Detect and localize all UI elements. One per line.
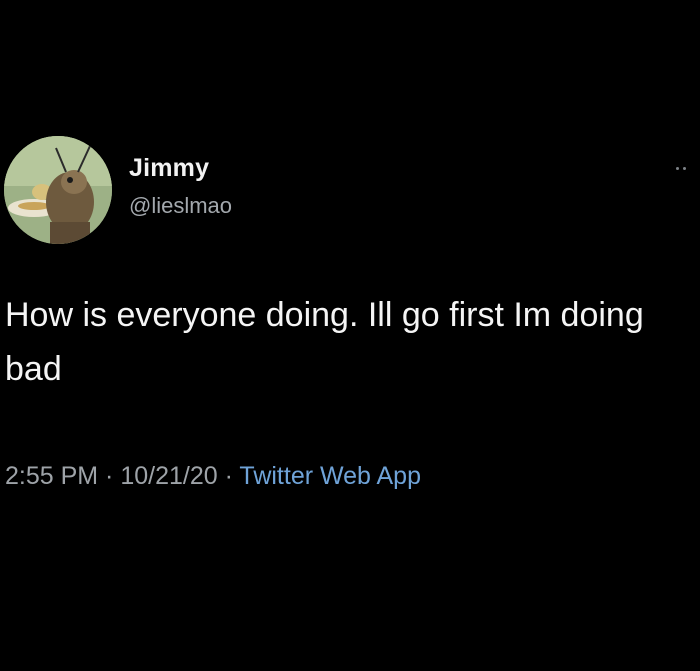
display-name[interactable]: Jimmy	[129, 154, 209, 183]
tweet-time[interactable]: 2:55 PM	[5, 462, 98, 490]
dot	[683, 166, 686, 170]
tweet-meta: 2:55 PM · 10/21/20 · Twitter Web App	[5, 462, 421, 491]
more-dots-icon[interactable]	[676, 162, 696, 174]
avatar-image	[4, 136, 112, 244]
tweet-text: How is everyone doing. Ill go first Im d…	[5, 296, 644, 388]
meta-separator: ·	[217, 462, 240, 490]
meta-separator: ·	[98, 462, 121, 490]
user-handle[interactable]: @lieslmao	[129, 193, 232, 219]
tweet: Jimmy @lieslmao How is everyone doing. I…	[0, 0, 700, 671]
dot	[676, 166, 679, 170]
tweet-source-link[interactable]: Twitter Web App	[239, 462, 421, 490]
avatar[interactable]	[4, 136, 112, 244]
tweet-date[interactable]: 10/21/20	[120, 462, 217, 490]
